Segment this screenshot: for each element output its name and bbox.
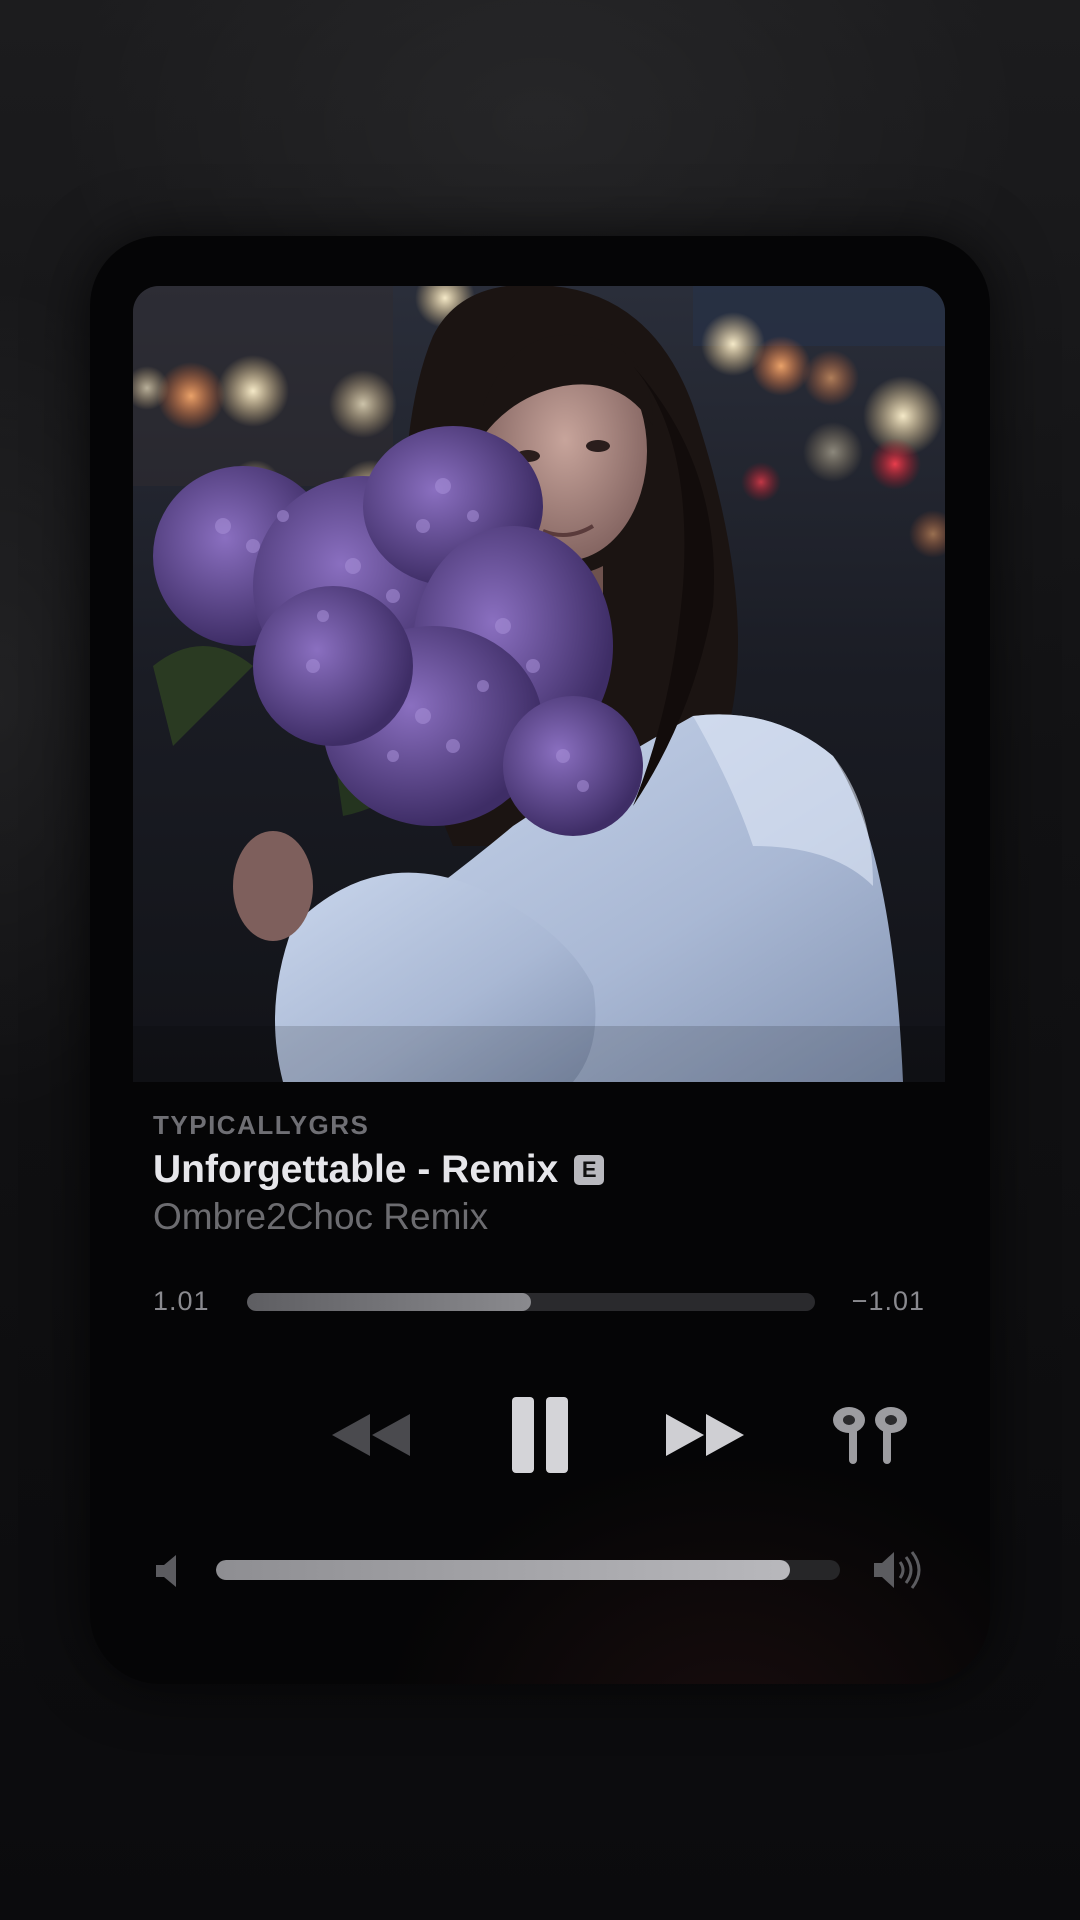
rewind-button[interactable] — [326, 1405, 416, 1465]
pause-button[interactable] — [502, 1390, 578, 1480]
airpods-icon — [833, 1407, 907, 1464]
elapsed-time: 1.01 — [153, 1286, 210, 1316]
track-title[interactable]: Unforgettable - Remix — [153, 1148, 558, 1192]
volume-fill — [216, 1560, 791, 1580]
fast-forward-icon — [666, 1414, 744, 1456]
title-row: Unforgettable - Remix E — [153, 1145, 605, 1195]
volume-low-button[interactable] — [152, 1553, 184, 1589]
volume-high-button[interactable] — [872, 1549, 926, 1591]
progress-fill — [247, 1293, 531, 1311]
pause-icon — [512, 1397, 568, 1473]
progress-scrubber[interactable] — [247, 1293, 815, 1311]
explicit-badge: E — [574, 1155, 605, 1185]
album-art-image — [133, 286, 945, 1082]
volume-slider[interactable] — [216, 1560, 840, 1580]
artist-name[interactable]: TYPICALLYGRS — [153, 1110, 369, 1141]
speaker-high-icon — [874, 1551, 921, 1589]
audio-output-button[interactable] — [822, 1400, 918, 1470]
remaining-time: −1.01 — [851, 1286, 925, 1316]
rewind-icon — [332, 1414, 410, 1456]
forward-button[interactable] — [660, 1405, 750, 1465]
speaker-low-icon — [156, 1555, 176, 1587]
album-artwork[interactable] — [133, 286, 945, 1082]
track-subtitle[interactable]: Ombre2Choc Remix — [153, 1196, 488, 1238]
